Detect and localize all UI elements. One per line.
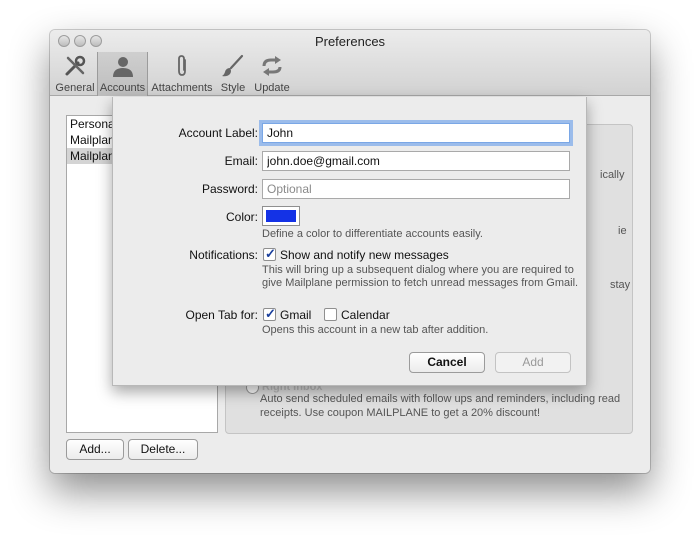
toolbar-general-button[interactable]: General (54, 52, 96, 96)
toolbar-general-label: General (55, 82, 95, 94)
password-field[interactable] (262, 179, 570, 199)
color-hint: Define a color to differentiate accounts… (262, 228, 483, 240)
open-gmail-checkbox[interactable]: ✓ (263, 306, 276, 321)
open-calendar-checkbox[interactable] (324, 308, 337, 321)
toolbar-attachments-button[interactable]: Attachments (150, 52, 214, 96)
color-label: Color: (225, 210, 258, 224)
open-tab-label: Open Tab for: (185, 308, 259, 322)
toolbar-update-button[interactable]: Update (252, 52, 292, 96)
title-bar: Preferences General Accounts Attachments (50, 30, 650, 96)
open-tab-hint: Opens this account in a new tab after ad… (262, 324, 489, 336)
checkmark-icon: ✓ (265, 306, 276, 321)
email-field[interactable] (262, 151, 570, 171)
toolbar-attachments-label: Attachments (151, 82, 213, 94)
faint-text: ie (618, 225, 627, 237)
open-gmail-label: Gmail (280, 308, 312, 322)
toolbar-style-button[interactable]: Style (216, 52, 250, 96)
account-label-label: Account Label: (178, 126, 258, 140)
toolbar-update-label: Update (254, 82, 290, 94)
account-label-input[interactable] (262, 123, 570, 143)
password-label: Password: (201, 182, 258, 196)
color-swatch[interactable] (262, 206, 300, 226)
toolbar-style-label: Style (220, 82, 246, 94)
update-icon (262, 56, 282, 76)
notify-checkbox[interactable]: ✓ (263, 246, 276, 261)
promo-text-line-2: receipts. Use coupon MAILPLANE to get a … (260, 407, 541, 419)
checkmark-icon: ✓ (265, 246, 276, 261)
notify-checkbox-label: Show and notify new messages (280, 248, 449, 262)
add-account-sheet: Account Label: Email: Password: Color: D… (112, 97, 587, 386)
notifications-label: Notifications: (189, 248, 258, 262)
window-title: Preferences (314, 34, 386, 49)
brush-icon (222, 54, 244, 77)
faint-text: stay (610, 279, 631, 291)
add-account-button[interactable]: Add... (66, 439, 124, 460)
cancel-button[interactable]: Cancel (409, 352, 485, 373)
toolbar-accounts-label: Accounts (99, 82, 146, 94)
open-calendar-label: Calendar (341, 308, 390, 322)
toolbar-accounts-button[interactable]: Accounts (97, 52, 148, 96)
delete-account-button[interactable]: Delete... (128, 439, 198, 460)
tools-icon (65, 55, 86, 76)
notify-hint-line-2: give Mailplane permission to fetch unrea… (262, 277, 579, 289)
color-swatch-fill (266, 210, 296, 222)
paperclip-icon (178, 55, 186, 76)
promo-text-line-1: Auto send scheduled emails with follow u… (260, 393, 621, 405)
notify-hint-line-1: This will bring up a subsequent dialog w… (262, 264, 574, 276)
add-button[interactable]: Add (495, 352, 571, 373)
faint-text: ically (600, 169, 625, 181)
user-icon (112, 57, 133, 77)
email-label: Email: (224, 154, 258, 168)
